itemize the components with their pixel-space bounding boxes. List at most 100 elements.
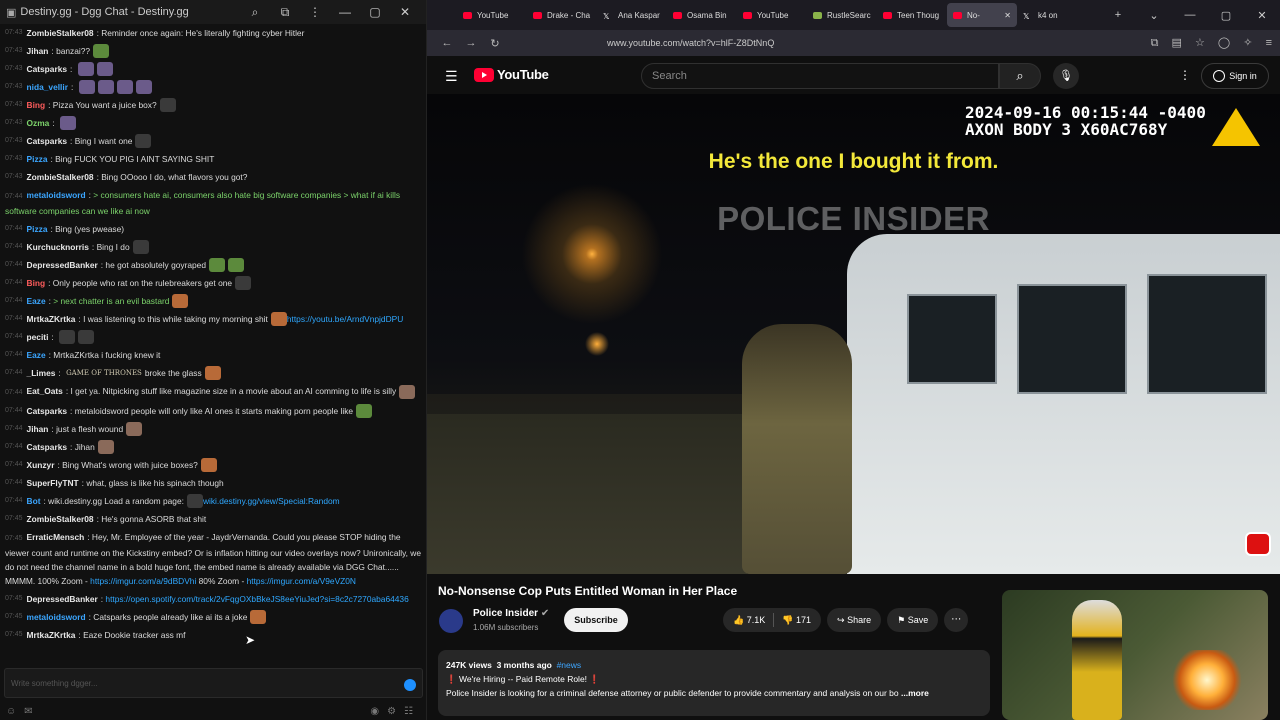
chat-username[interactable]: Bing — [27, 276, 46, 290]
chat-username[interactable]: Eaze — [27, 294, 46, 308]
emote-icon[interactable] — [186, 494, 203, 508]
chat-username[interactable]: Xunzyr — [27, 458, 55, 472]
browser-tab[interactable]: RustleSearc — [807, 3, 877, 27]
search-button[interactable]: ⌕ — [999, 63, 1041, 89]
browser-tab[interactable]: Drake - Cha — [527, 3, 597, 27]
browser-tab[interactable]: YouTube — [457, 3, 527, 27]
users-icon[interactable]: ☷ — [404, 706, 413, 717]
emote-icon[interactable] — [59, 330, 76, 344]
settings-menu-icon[interactable]: ⋮ — [1179, 68, 1191, 82]
chat-message-list[interactable]: 07:43 ZombieStalker08: Reminder once agai… — [0, 24, 427, 664]
chat-username[interactable]: DepressedBanker — [27, 258, 98, 272]
minimize-button[interactable]: — — [1172, 9, 1208, 22]
subscribe-watermark-icon[interactable] — [1245, 532, 1271, 556]
hamburger-menu-icon[interactable]: ☰ — [445, 68, 458, 85]
chat-username[interactable]: Jihan — [27, 422, 49, 436]
bookmark-star-icon[interactable]: ☆ — [1195, 37, 1205, 49]
description-more-link[interactable]: ...more — [901, 688, 929, 698]
tab-close-icon[interactable]: ✕ — [1004, 11, 1011, 20]
share-button[interactable]: ↪ Share — [827, 608, 882, 632]
chat-username[interactable]: SuperFlyTNT — [27, 476, 79, 490]
chat-username[interactable]: Catsparks — [27, 134, 68, 148]
emote-icon[interactable] — [204, 366, 221, 380]
chat-username[interactable]: metaloidsword — [27, 610, 86, 624]
voice-search-button[interactable]: 🎙 — [1053, 63, 1079, 89]
maximize-button[interactable]: ▢ — [1208, 9, 1244, 22]
close-button[interactable]: ✕ — [1244, 9, 1280, 22]
chat-username[interactable]: ErraticMensch — [27, 532, 85, 542]
eye-icon[interactable]: ◉ — [370, 706, 379, 717]
emote-icon[interactable] — [97, 440, 114, 454]
chat-username[interactable]: ZombieStalker08 — [27, 512, 94, 526]
chat-username[interactable]: nida_vellir — [27, 80, 68, 94]
extension-icon[interactable]: ⧉ — [270, 5, 300, 20]
close-button[interactable]: ✕ — [390, 5, 420, 19]
send-icon[interactable] — [404, 679, 416, 691]
search-input[interactable]: Search — [641, 63, 999, 89]
emote-icon[interactable] — [200, 458, 217, 472]
minimize-button[interactable]: — — [330, 5, 360, 19]
chat-link[interactable]: https://imgur.com/a/9dBDVhi — [90, 576, 196, 586]
pip-icon[interactable]: ⧉ — [1151, 37, 1159, 49]
new-tab-button[interactable]: + — [1100, 9, 1136, 22]
hashtag-link[interactable]: #news — [557, 660, 582, 670]
emote-icon[interactable] — [159, 98, 176, 112]
chat-link[interactable]: https://imgur.com/a/V9eVZ0N — [247, 576, 356, 586]
emote-icon[interactable] — [399, 384, 416, 399]
youtube-logo[interactable]: YouTube — [474, 67, 549, 82]
like-button[interactable]: 👍 7.1K — [733, 615, 765, 626]
emote-icon[interactable] — [126, 422, 143, 436]
reload-button[interactable]: ↻ — [483, 37, 507, 50]
chat-username[interactable]: Catsparks — [27, 62, 68, 76]
chat-username[interactable]: ZombieStalker08 — [27, 26, 94, 40]
whisper-icon[interactable]: ✉ — [24, 706, 32, 717]
chat-username[interactable]: Jihan — [27, 44, 49, 58]
emote-icon[interactable] — [209, 258, 225, 272]
emote-icon[interactable] — [116, 80, 133, 94]
browser-tab[interactable]: Osama Bin — [667, 3, 737, 27]
chat-username[interactable]: Catsparks — [27, 404, 68, 418]
chat-username[interactable]: Pizza — [27, 222, 48, 236]
chat-username[interactable]: Bot — [27, 494, 41, 508]
save-button[interactable]: ⚑ Save — [887, 608, 939, 632]
chat-username[interactable]: _Limes — [27, 366, 56, 380]
video-description[interactable]: 247K views 3 months ago #news ❗ We're Hi… — [438, 650, 990, 716]
emote-icon[interactable] — [97, 80, 114, 94]
browser-tab[interactable]: No- ✕ — [947, 3, 1017, 27]
channel-avatar[interactable] — [439, 609, 463, 633]
reader-icon[interactable]: ▤ — [1172, 37, 1182, 49]
chat-username[interactable]: Eat_Oats — [27, 386, 63, 396]
emote-icon[interactable] — [60, 116, 76, 130]
channel-name[interactable]: Police Insider ✔ — [473, 608, 549, 619]
subscribe-button[interactable]: Subscribe — [564, 608, 628, 632]
emote-icon[interactable] — [250, 610, 267, 624]
account-icon[interactable]: ◯ — [1218, 37, 1230, 49]
chat-username[interactable]: DepressedBanker — [27, 592, 98, 606]
chat-input[interactable]: Write something dgger... — [4, 668, 423, 698]
search-icon[interactable]: ⌕ — [240, 5, 270, 20]
chat-link[interactable]: https://open.spotify.com/track/2vFqgOXbB… — [105, 592, 408, 606]
chat-username[interactable]: MrtkaZKrtka — [27, 312, 76, 326]
menu-icon[interactable]: ⋮ — [300, 5, 330, 19]
emote-icon[interactable] — [135, 80, 152, 94]
browser-tab[interactable]: Teen Thoug — [877, 3, 947, 27]
browser-tab[interactable]: YouTube — [737, 3, 807, 27]
extensions-icon[interactable]: ✧ — [1243, 37, 1252, 49]
chat-link[interactable]: https://youtu.be/ArndVnpjdDPU — [287, 312, 403, 326]
forward-button[interactable]: → — [459, 37, 483, 49]
browser-tab[interactable]: 𝕏k4 on — [1017, 3, 1087, 27]
emote-icon[interactable] — [78, 330, 95, 344]
chat-username[interactable]: Bing — [27, 98, 46, 112]
chat-username[interactable]: peciti — [27, 330, 49, 344]
dislike-button[interactable]: 👎 171 — [782, 615, 811, 626]
emote-icon[interactable] — [356, 404, 373, 418]
tab-list-icon[interactable]: ⌄ — [1136, 9, 1172, 22]
emote-icon[interactable] — [93, 44, 110, 58]
chat-username[interactable]: Kurchucknorris — [27, 240, 89, 254]
emote-icon[interactable] — [172, 294, 189, 308]
emote-icon[interactable] — [132, 240, 149, 254]
recommended-video-thumbnail[interactable] — [1002, 590, 1268, 720]
chat-link[interactable]: wiki.destiny.gg/view/Special:Random — [203, 494, 340, 508]
settings-icon[interactable]: ⚙ — [387, 706, 396, 717]
chat-username[interactable]: metaloidsword — [27, 190, 86, 200]
